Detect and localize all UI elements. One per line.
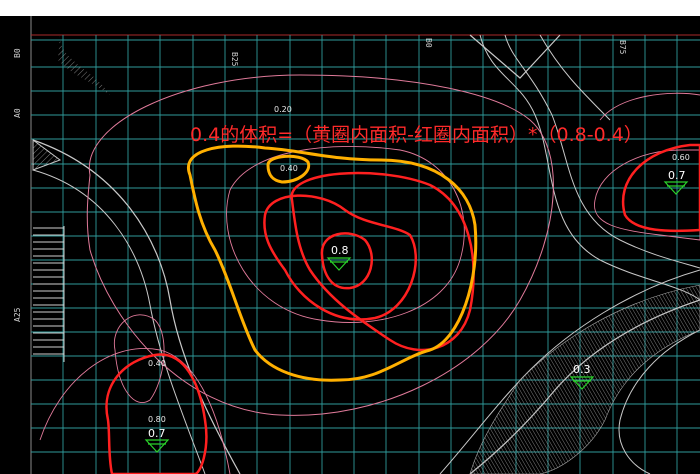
contour-label-040-left: 0.40 [148, 359, 166, 368]
contour-label-040-top: 0.40 [280, 164, 298, 173]
axis-label-a25-left: A25 [13, 307, 22, 322]
axis-label-a0-left: A0 [13, 108, 22, 118]
axis-label-b25-top: B25 [230, 52, 239, 67]
cad-drawing-canvas[interactable]: 0.8 0.7 0.3 0.7 0.20 0.40 0.60 0.40 0.80… [0, 0, 700, 474]
contour-label-020: 0.20 [274, 105, 292, 114]
axis-label-b0-left: B0 [13, 48, 22, 58]
axis-label-b0-top: B0 [424, 38, 433, 48]
marker-label-right: 0.7 [668, 169, 686, 182]
contour-label-060-right: 0.60 [672, 153, 690, 162]
marker-label-center: 0.8 [331, 244, 349, 257]
left-ruler [0, 16, 30, 474]
volume-formula-annotation: 0.4的体积=（黄圈内面积-红圈内面积）*（0.8-0.4） [190, 124, 643, 146]
axis-label-b75-top: B75 [618, 40, 627, 55]
contour-label-080-left: 0.80 [148, 415, 166, 424]
marker-label-lower-left: 0.7 [148, 427, 166, 440]
marker-label-lower-right: 0.3 [573, 363, 591, 376]
top-white-strip [0, 0, 700, 16]
